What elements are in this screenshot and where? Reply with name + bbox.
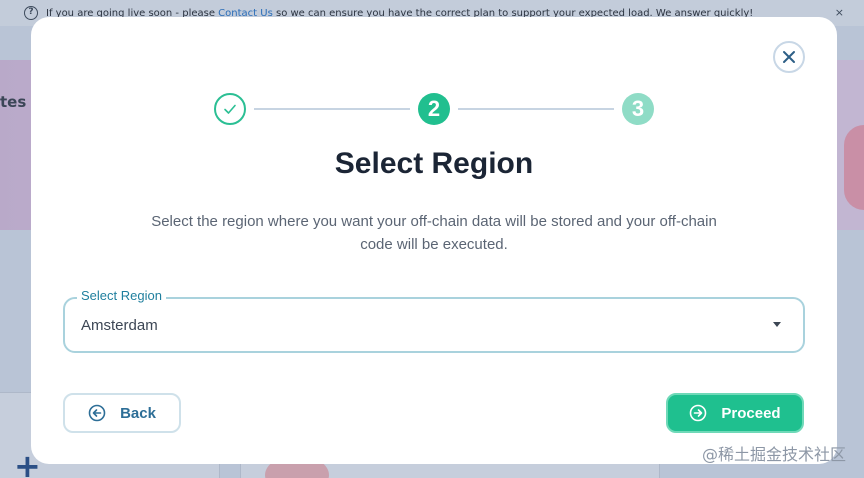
select-region-modal: 2 3 Select Region Select the region wher… — [31, 17, 837, 464]
proceed-button[interactable]: Proceed — [666, 393, 804, 433]
step-3-upcoming: 3 — [622, 93, 654, 125]
watermark-text: @稀土掘金技术社区 — [701, 445, 846, 464]
background-decoration — [844, 125, 864, 210]
background-title: tes — [0, 93, 27, 111]
back-button-label: Back — [120, 404, 156, 422]
step-2-active: 2 — [418, 93, 450, 125]
stepper-connector — [458, 108, 614, 110]
arrow-left-circle-icon — [88, 404, 106, 422]
close-icon — [783, 51, 795, 63]
back-button[interactable]: Back — [63, 393, 181, 433]
stepper-connector — [254, 108, 410, 110]
modal-description: Select the region where you want your of… — [151, 213, 717, 253]
banner-close-icon[interactable]: × — [835, 6, 844, 19]
arrow-right-circle-icon — [690, 404, 707, 422]
region-select[interactable]: Select Region Amsterdam — [63, 288, 805, 353]
close-button[interactable] — [773, 41, 805, 73]
step-1-completed — [214, 93, 246, 125]
region-select-value: Amsterdam — [81, 317, 158, 334]
region-select-label: Select Region — [77, 288, 166, 303]
modal-title: Select Region — [334, 147, 534, 180]
proceed-button-label: Proceed — [721, 404, 781, 422]
caret-down-icon[interactable] — [773, 322, 781, 327]
help-icon: ? — [24, 6, 38, 20]
check-icon — [224, 104, 236, 114]
